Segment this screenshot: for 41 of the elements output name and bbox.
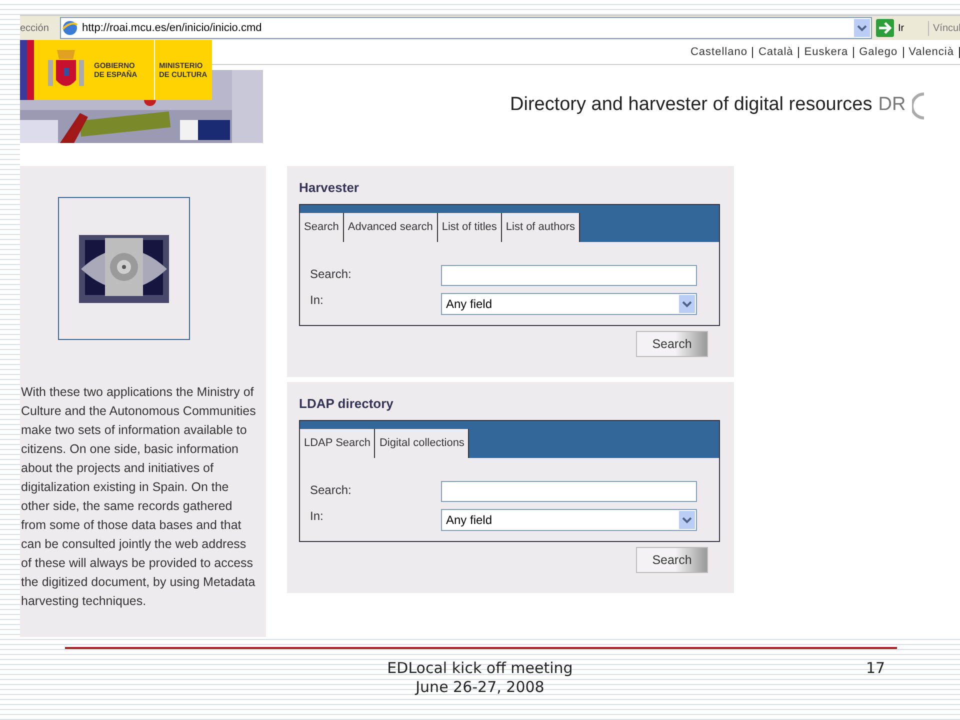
page-number: 17 [866, 659, 886, 678]
chevron-down-icon [679, 511, 695, 529]
tab[interactable]: List of authors [502, 213, 580, 242]
globe-icon [62, 20, 78, 36]
language-link[interactable]: Euskera [799, 46, 854, 58]
search-button[interactable]: Search [636, 547, 708, 573]
field-label: In: [310, 292, 324, 309]
panel-title: LDAP directory [299, 396, 394, 412]
language-link[interactable]: Galego [854, 46, 904, 58]
ring-icon [912, 92, 924, 120]
field-label: Search: [310, 482, 352, 499]
field-label: Search: [310, 266, 352, 283]
arrow-right-icon [876, 19, 894, 37]
chevron-down-icon[interactable] [854, 19, 870, 37]
url-field[interactable]: http://roai.mcu.es/en/inicio/inicio.cmd [60, 17, 872, 39]
go-button[interactable]: Ir [872, 19, 928, 37]
page-title: Directory and harvester of digital resources [510, 93, 872, 117]
dropdown[interactable]: Any field [441, 509, 697, 531]
tab[interactable]: Advanced search [344, 213, 438, 242]
search-field[interactable] [441, 481, 697, 502]
footer-event: EDLocal kick off meeting [387, 659, 573, 678]
field-label: In: [310, 508, 324, 525]
tab[interactable]: Search [300, 213, 344, 242]
url-text: http://roai.mcu.es/en/inicio/inicio.cmd [82, 20, 263, 36]
dropdown[interactable]: Any field [441, 293, 697, 315]
footer-date: June 26-27, 2008 [416, 678, 544, 697]
language-link[interactable]: Valencià [904, 46, 960, 58]
chevron-down-icon [679, 295, 695, 313]
intro-paragraph: With these two applications the Ministry of Culture and the Autonomous Communities make two sets of information available to citizens. On one side, basic information about the projects and initiatives of digitalization existing in Spain. On the other side, the same records gathered from some of those data bases and that can be consulted jointly the web address of these will always be provided to access the digitized document, by using Metadata harvesting techniques. [20, 384, 257, 610]
tab[interactable]: LDAP Search [300, 429, 376, 458]
flag-stripe-icon [20, 40, 34, 100]
search-button[interactable]: Search [636, 331, 708, 357]
panel-title: Harvester [299, 180, 360, 196]
tab[interactable]: Digital collections [375, 429, 470, 458]
tab[interactable]: List of titles [438, 213, 502, 242]
address-label: ección [20, 22, 50, 36]
language-link[interactable]: Català [753, 46, 800, 58]
search-field[interactable] [441, 265, 697, 286]
links-label[interactable]: Víncul [928, 20, 960, 36]
title-mark: DR [878, 93, 906, 117]
language-link[interactable]: Castellano [685, 46, 754, 58]
